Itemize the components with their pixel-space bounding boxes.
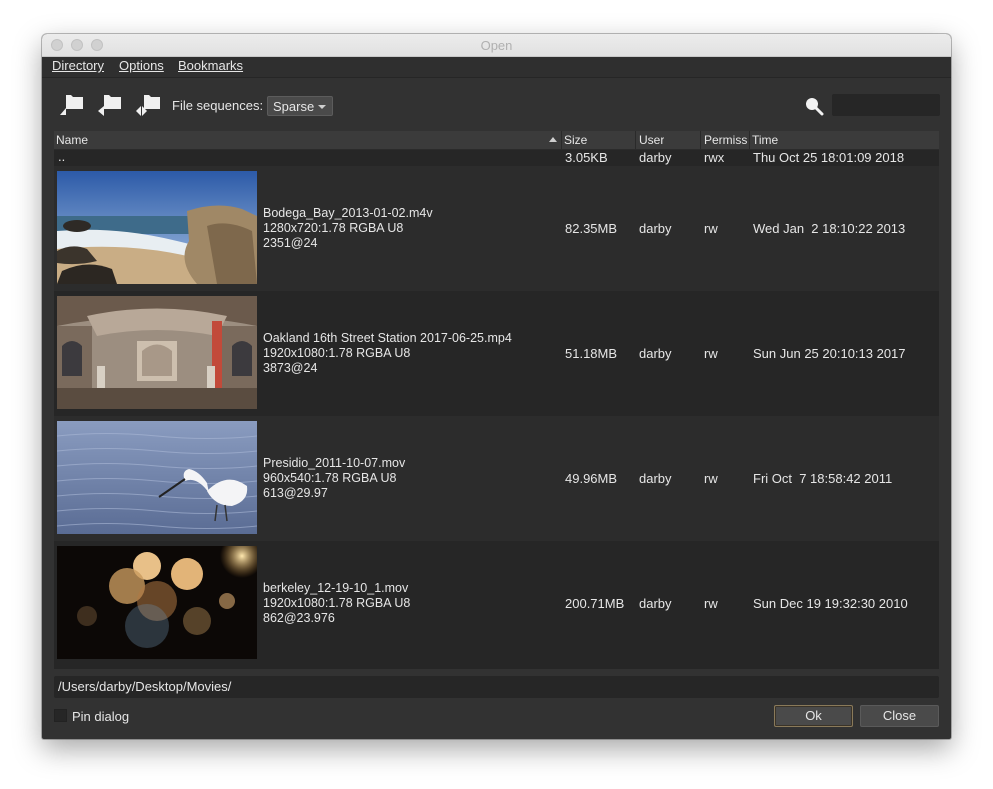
file-resolution: 960x540:1.78 RGBA U8: [263, 471, 397, 485]
file-info: berkeley_12-19-10_1.mov 1920x1080:1.78 R…: [263, 581, 410, 626]
file-time: Sun Jun 25 20:10:13 2017: [753, 346, 906, 361]
close-button[interactable]: Close: [860, 705, 939, 727]
file-size: 49.96MB: [565, 471, 618, 486]
file-time: Fri Oct 7 18:58:42 2011: [753, 471, 893, 486]
search-icon: [804, 96, 824, 116]
ok-button[interactable]: Ok: [774, 705, 853, 727]
folder-up-icon: [60, 95, 83, 115]
column-permissions[interactable]: Permiss: [704, 133, 748, 147]
folder-back-icon: [98, 95, 121, 116]
file-list[interactable]: Name Size User Permiss Time .. 3.05KB da…: [54, 131, 939, 669]
menu-bookmarks[interactable]: Bookmarks: [178, 58, 243, 73]
back-folder-button[interactable]: [97, 93, 123, 117]
title-bar: Open: [42, 34, 951, 57]
sort-ascending-icon: [549, 137, 557, 142]
folder-forward-icon: [136, 95, 160, 116]
file-info: Oakland 16th Street Station 2017-06-25.m…: [263, 331, 512, 376]
column-size[interactable]: Size: [564, 133, 587, 147]
file-resolution: 1280x720:1.78 RGBA U8: [263, 221, 404, 235]
file-size: 3.05KB: [565, 150, 608, 165]
file-name: berkeley_12-19-10_1.mov: [263, 581, 409, 595]
column-name[interactable]: Name: [56, 133, 88, 147]
file-size: 200.71MB: [565, 596, 625, 611]
table-row[interactable]: Bodega_Bay_2013-01-02.m4v 1280x720:1.78 …: [54, 166, 939, 291]
table-row[interactable]: Presidio_2011-10-07.mov 960x540:1.78 RGB…: [54, 416, 939, 541]
file-frames: 613@29.97: [263, 486, 328, 500]
file-time: Thu Oct 25 18:01:09 2018: [753, 150, 905, 165]
pin-dialog-label: Pin dialog: [72, 709, 130, 724]
parent-folder-button[interactable]: [59, 93, 85, 117]
path-text: /Users/darby/Desktop/Movies/: [58, 679, 232, 694]
open-dialog: Open Directory Options Bookmarks File se…: [42, 34, 951, 739]
file-size: 51.18MB: [565, 346, 618, 361]
file-name: Bodega_Bay_2013-01-02.m4v: [263, 206, 433, 220]
file-frames: 3873@24: [263, 361, 318, 375]
file-permissions: rw: [704, 346, 718, 361]
file-sequences-select[interactable]: Sparse: [267, 96, 333, 116]
table-row[interactable]: Oakland 16th Street Station 2017-06-25.m…: [54, 291, 939, 416]
column-user[interactable]: User: [639, 133, 664, 147]
file-user: darby: [639, 471, 672, 486]
search-input[interactable]: [832, 94, 940, 116]
file-user: darby: [639, 150, 672, 165]
file-info: Bodega_Bay_2013-01-02.m4v 1280x720:1.78 …: [263, 206, 433, 251]
file-permissions: rw: [704, 471, 718, 486]
file-sequences-value: Sparse: [273, 99, 315, 114]
window-title: Open: [480, 38, 513, 53]
chevron-down-icon: [318, 105, 326, 109]
file-user: darby: [639, 346, 672, 361]
file-permissions: rwx: [704, 150, 725, 165]
pin-dialog-checkbox[interactable]: [54, 709, 67, 722]
menu-bar: Directory Options Bookmarks: [42, 57, 951, 78]
column-time[interactable]: Time: [752, 133, 778, 147]
thumbnail-lanterns: [57, 546, 257, 659]
file-time: Wed Jan 2 18:10:22 2013: [753, 221, 906, 236]
file-frames: 2351@24: [263, 236, 318, 250]
file-resolution: 1920x1080:1.78 RGBA U8: [263, 596, 411, 610]
table-row[interactable]: berkeley_12-19-10_1.mov 1920x1080:1.78 R…: [54, 541, 939, 666]
thumbnail-beach: [57, 171, 257, 284]
file-permissions: rw: [704, 596, 718, 611]
file-name: ..: [58, 149, 66, 164]
file-resolution: 1920x1080:1.78 RGBA U8: [263, 346, 411, 360]
thumbnail-station: [57, 296, 257, 409]
path-field[interactable]: /Users/darby/Desktop/Movies/: [54, 676, 939, 698]
thumbnail-egret: [57, 421, 257, 534]
file-name: Oakland 16th Street Station 2017-06-25.m…: [263, 331, 512, 345]
file-info: Presidio_2011-10-07.mov 960x540:1.78 RGB…: [263, 456, 405, 501]
file-name: Presidio_2011-10-07.mov: [263, 456, 406, 470]
file-time: Sun Dec 19 19:32:30 2010: [753, 596, 908, 611]
file-user: darby: [639, 221, 672, 236]
file-permissions: rw: [704, 221, 718, 236]
table-row-parent[interactable]: .. 3.05KB darby rwx Thu Oct 25 18:01:09 …: [54, 149, 939, 166]
menu-options[interactable]: Options: [119, 58, 164, 73]
menu-directory[interactable]: Directory: [52, 58, 104, 73]
file-user: darby: [639, 596, 672, 611]
column-header: Name Size User Permiss Time: [54, 131, 939, 150]
file-sequences-label: File sequences:: [172, 98, 264, 113]
file-frames: 862@23.976: [263, 611, 335, 625]
file-size: 82.35MB: [565, 221, 618, 236]
forward-folder-button[interactable]: [135, 93, 161, 117]
